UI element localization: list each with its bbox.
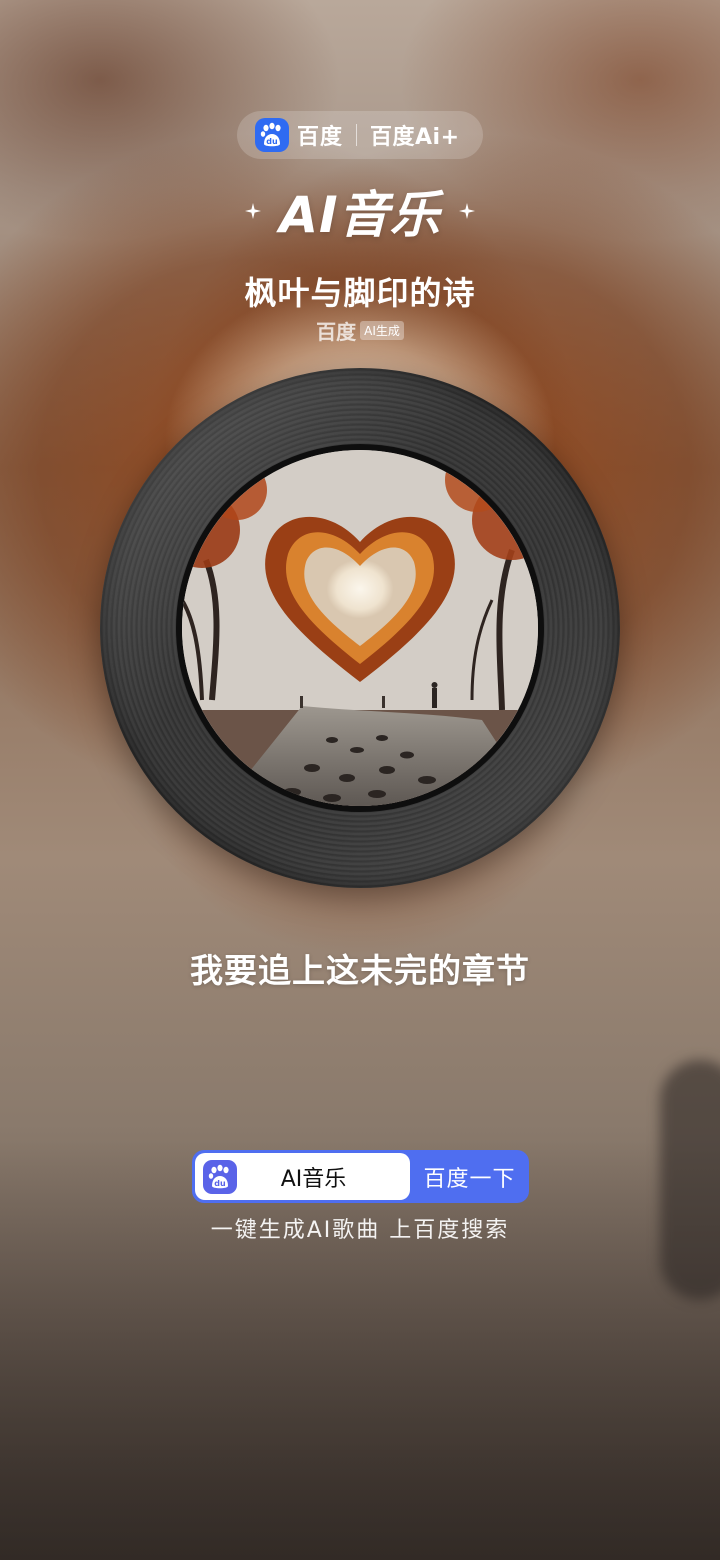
baidu-paw-icon: du xyxy=(203,1159,237,1194)
baidu-paw-icon: du xyxy=(255,118,289,152)
brand-divider xyxy=(356,124,358,146)
search-query: AI音乐 xyxy=(280,1166,347,1192)
brand-pill: du 百度 百度Ai+ xyxy=(237,111,483,159)
heart-of-autumn-leaves-artwork xyxy=(182,450,538,806)
sparkle-icon xyxy=(458,203,475,219)
ai-generated-badge: AI生成 xyxy=(360,321,404,340)
svg-text:du: du xyxy=(266,137,278,146)
brand-baidu-text: 百度 xyxy=(297,125,344,150)
sparkle-icon xyxy=(245,203,262,219)
brand-ai-text: 百度Ai+ xyxy=(370,125,460,150)
page-title: AI音乐 xyxy=(279,186,441,244)
svg-text:du: du xyxy=(214,1179,226,1188)
current-lyric: 我要追上这未完的章节 xyxy=(190,951,530,990)
search-bar[interactable]: du AI音乐 百度一下 xyxy=(192,1150,529,1203)
credit-brand: 百度 xyxy=(316,320,357,344)
search-tagline: 一键生成AI歌曲 上百度搜索 xyxy=(210,1218,510,1243)
album-cover xyxy=(176,444,544,812)
vinyl-record[interactable] xyxy=(100,368,620,888)
background-shadow xyxy=(660,1060,720,1300)
song-title: 枫叶与脚印的诗 xyxy=(244,274,476,312)
heading-row: AI音乐 xyxy=(0,178,720,244)
search-button[interactable]: 百度一下 xyxy=(410,1150,529,1203)
search-input[interactable]: du AI音乐 xyxy=(195,1153,410,1200)
ai-credit: 百度 AI生成 xyxy=(0,316,720,345)
